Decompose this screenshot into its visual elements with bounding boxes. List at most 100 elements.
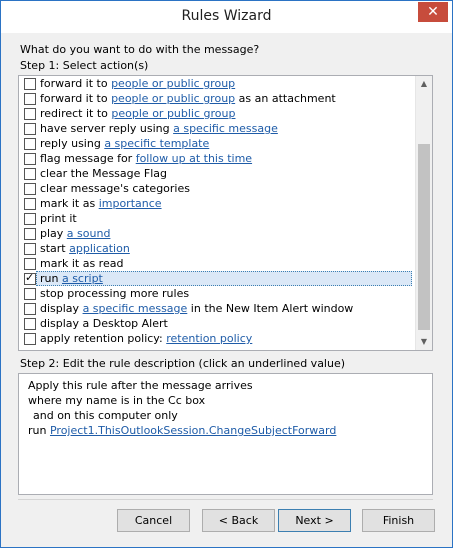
action-item[interactable]: forward it to people or public group as …	[19, 91, 415, 106]
step1-label: Step 1: Select action(s)	[20, 59, 149, 72]
action-text: print it	[40, 212, 77, 225]
wizard-content: What do you want to do with the message?…	[1, 33, 452, 547]
action-item[interactable]: flag message for follow up at this time	[19, 151, 415, 166]
action-text: display	[40, 302, 83, 315]
action-item[interactable]: print it	[19, 211, 415, 226]
action-item[interactable]: run a script	[19, 271, 415, 286]
action-link[interactable]: a specific message	[173, 122, 278, 135]
action-checkbox[interactable]	[24, 153, 36, 165]
action-text: mark it as	[40, 197, 99, 210]
question-label: What do you want to do with the message?	[20, 43, 260, 56]
action-label: mark it as read	[40, 257, 123, 270]
action-label: run a script	[40, 272, 103, 285]
action-checkbox[interactable]	[24, 243, 36, 255]
action-link[interactable]: people or public group	[111, 107, 235, 120]
action-text: clear message's categories	[40, 182, 190, 195]
action-checkbox[interactable]	[24, 123, 36, 135]
action-label: mark it as importance	[40, 197, 162, 210]
action-text: forward it to	[40, 92, 112, 105]
action-label: forward it to people or public group	[40, 77, 235, 90]
action-item[interactable]: forward it to people or public group	[19, 76, 415, 91]
action-link[interactable]: application	[69, 242, 130, 255]
action-checkbox[interactable]	[24, 318, 36, 330]
action-item[interactable]: stop processing more rules	[19, 286, 415, 301]
scroll-down-arrow-icon[interactable]: ▼	[416, 334, 432, 350]
action-link[interactable]: a specific template	[104, 137, 209, 150]
rule-description-box: Apply this rule after the message arrive…	[18, 373, 433, 495]
actions-scrollbar[interactable]: ▲ ▼	[415, 76, 432, 350]
action-text: display a Desktop Alert	[40, 317, 168, 330]
step2-label: Step 2: Edit the rule description (click…	[20, 357, 346, 370]
action-link[interactable]: follow up at this time	[136, 152, 252, 165]
action-checkbox[interactable]	[24, 228, 36, 240]
action-checkbox[interactable]	[24, 333, 36, 345]
action-item[interactable]: redirect it to people or public group	[19, 106, 415, 121]
action-text-suffix: as an attachment	[235, 92, 336, 105]
action-label: clear message's categories	[40, 182, 190, 195]
description-line: run Project1.ThisOutlookSession.ChangeSu…	[28, 424, 336, 437]
scroll-thumb[interactable]	[418, 144, 430, 330]
action-checkbox[interactable]	[24, 183, 36, 195]
action-label: redirect it to people or public group	[40, 107, 235, 120]
action-item[interactable]: reply using a specific template	[19, 136, 415, 151]
action-link[interactable]: a sound	[67, 227, 111, 240]
action-link[interactable]: people or public group	[111, 92, 235, 105]
rules-wizard-window: Rules Wizard ✕ What do you want to do wi…	[0, 0, 453, 548]
action-label: have server reply using a specific messa…	[40, 122, 278, 135]
action-checkbox[interactable]	[24, 303, 36, 315]
description-line: where my name is in the Cc box	[28, 394, 206, 407]
action-list: forward it to people or public group forw…	[19, 76, 415, 346]
action-checkbox[interactable]	[24, 288, 36, 300]
action-checkbox[interactable]	[24, 78, 36, 90]
action-label: play a sound	[40, 227, 110, 240]
action-checkbox[interactable]	[24, 108, 36, 120]
action-checkbox[interactable]	[24, 213, 36, 225]
action-text: apply retention policy:	[40, 332, 167, 345]
action-label: display a specific message in the New It…	[40, 302, 353, 315]
action-checkbox[interactable]	[24, 138, 36, 150]
action-label: stop processing more rules	[40, 287, 189, 300]
action-item[interactable]: apply retention policy: retention policy	[19, 331, 415, 346]
action-text: have server reply using	[40, 122, 174, 135]
action-text: stop processing more rules	[40, 287, 190, 300]
action-item[interactable]: play a sound	[19, 226, 415, 241]
action-label: apply retention policy: retention policy	[40, 332, 252, 345]
action-item[interactable]: mark it as read	[19, 256, 415, 271]
description-line: Apply this rule after the message arrive…	[28, 379, 253, 392]
action-item[interactable]: have server reply using a specific messa…	[19, 121, 415, 136]
actions-listbox[interactable]: forward it to people or public group forw…	[18, 75, 433, 351]
action-item[interactable]: display a specific message in the New It…	[19, 301, 415, 316]
scroll-up-arrow-icon[interactable]: ▲	[416, 76, 432, 92]
action-item[interactable]: display a Desktop Alert	[19, 316, 415, 331]
action-link[interactable]: a specific message	[83, 302, 188, 315]
action-link[interactable]: retention policy	[166, 332, 252, 345]
action-label: print it	[40, 212, 77, 225]
description-line: and on this computer only	[33, 409, 178, 422]
action-text: clear the Message Flag	[40, 167, 167, 180]
action-checkbox[interactable]	[24, 198, 36, 210]
action-link[interactable]: people or public group	[111, 77, 235, 90]
action-checkbox[interactable]	[24, 271, 36, 285]
next-button[interactable]: Next >	[278, 509, 351, 532]
action-item[interactable]: mark it as importance	[19, 196, 415, 211]
action-item[interactable]: clear message's categories	[19, 181, 415, 196]
action-item[interactable]: clear the Message Flag	[19, 166, 415, 181]
back-button[interactable]: < Back	[202, 509, 275, 532]
cancel-button[interactable]: Cancel	[117, 509, 190, 532]
action-link[interactable]: a script	[62, 272, 103, 285]
action-link[interactable]: importance	[99, 197, 162, 210]
action-checkbox[interactable]	[24, 93, 36, 105]
action-text: mark it as read	[40, 257, 124, 270]
action-checkbox[interactable]	[24, 258, 36, 270]
action-label: display a Desktop Alert	[40, 317, 168, 330]
script-link[interactable]: Project1.ThisOutlookSession.ChangeSubjec…	[50, 424, 336, 437]
action-text: forward it to	[40, 77, 112, 90]
action-text: run	[40, 272, 62, 285]
action-label: forward it to people or public group as …	[40, 92, 336, 105]
description-run-label: run	[28, 424, 50, 437]
title-bar: Rules Wizard ✕	[1, 1, 452, 33]
action-item[interactable]: start application	[19, 241, 415, 256]
action-checkbox[interactable]	[24, 168, 36, 180]
close-button[interactable]: ✕	[418, 2, 448, 22]
finish-button[interactable]: Finish	[362, 509, 435, 532]
